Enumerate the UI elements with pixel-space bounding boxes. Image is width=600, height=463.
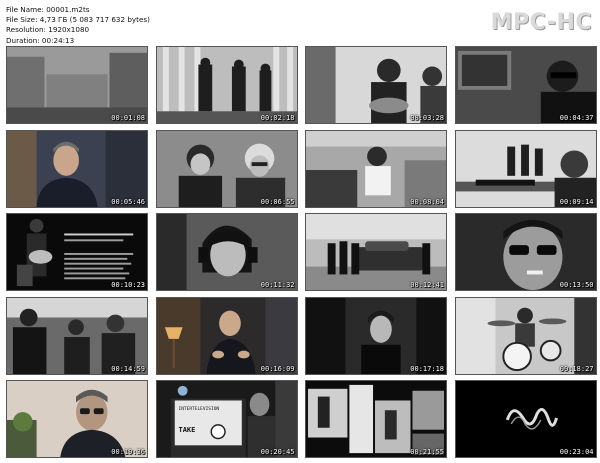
timestamp: 00:02:18 bbox=[260, 114, 295, 122]
frame-light-trail bbox=[455, 381, 596, 457]
timestamp: 00:13:50 bbox=[559, 281, 594, 289]
timestamp: 00:14:59 bbox=[111, 364, 145, 373]
thumbnail-3[interactable]: 00:03:28 bbox=[305, 46, 447, 124]
timestamp: 00:12:41 bbox=[410, 281, 444, 289]
timestamp: 00:01:08 bbox=[111, 114, 145, 122]
thumbnail-2[interactable]: 00:02:18 bbox=[155, 46, 298, 124]
frame-interview-glasses bbox=[7, 381, 147, 457]
sign-line: TAKE bbox=[178, 426, 196, 434]
timestamp: 00:05:46 bbox=[111, 197, 145, 206]
thumbnail-13[interactable]: 00:14:59 bbox=[6, 296, 148, 375]
thumbnail-9[interactable]: 00:10:23 bbox=[6, 213, 148, 291]
thumbnail-7[interactable]: 00:08:04 bbox=[305, 129, 447, 208]
thumbnail-14[interactable]: 00:16:09 bbox=[155, 296, 298, 375]
thumbnail-5[interactable]: 00:05:46 bbox=[6, 129, 148, 208]
thumbnail-15[interactable]: 00:17:18 bbox=[305, 296, 447, 375]
resolution: Resolution: 1920x1080 bbox=[6, 25, 90, 35]
timestamp: 00:23:04 bbox=[559, 448, 594, 456]
timestamp: 00:21:55 bbox=[410, 448, 444, 456]
thumbnail-11[interactable]: 00:12:41 bbox=[305, 213, 447, 291]
frame-two-men bbox=[156, 130, 297, 207]
frame-man-in-studio bbox=[306, 130, 446, 207]
frame-drummer bbox=[455, 297, 596, 374]
frame-interview-room bbox=[156, 297, 297, 374]
thumbnail-18[interactable]: INTERTELEVISION TAKE 00:20:45 bbox=[155, 380, 298, 458]
thumbnail-6[interactable]: 00:06:55 bbox=[155, 129, 298, 208]
frame-interview-man bbox=[7, 130, 147, 207]
timestamp: 00:09:14 bbox=[559, 197, 594, 206]
timestamp: 00:18:27 bbox=[559, 364, 594, 373]
frame-sunglasses-closeup bbox=[455, 214, 596, 290]
thumbnail-4[interactable]: 00:04:37 bbox=[454, 46, 597, 124]
mpc-hc-logo: MPC-HC bbox=[490, 10, 592, 35]
timestamp: 00:19:36 bbox=[111, 448, 145, 456]
timestamp: 00:04:37 bbox=[559, 114, 594, 122]
thumbnail-10[interactable]: 00:11:32 bbox=[155, 213, 298, 291]
timestamp: 00:06:55 bbox=[260, 197, 295, 206]
sign-text: INTERTELEVISION TAKE bbox=[178, 407, 239, 434]
thumbnail-12[interactable]: 00:13:50 bbox=[454, 213, 597, 291]
file-name: File Name: 00001.m2ts bbox=[6, 5, 90, 14]
thumbnail-19[interactable]: 00:21:55 bbox=[305, 380, 447, 458]
timestamp: 00:16:09 bbox=[260, 364, 295, 373]
frame-headphones-portrait bbox=[156, 214, 297, 290]
timestamp: 00:17:18 bbox=[410, 364, 444, 373]
frame-collage bbox=[306, 381, 446, 457]
thumbnail-16[interactable]: 00:18:27 bbox=[454, 296, 597, 375]
thumbnail-17[interactable]: 00:19:36 bbox=[6, 380, 148, 458]
frame-men-by-car bbox=[306, 214, 446, 290]
timestamp: 00:10:23 bbox=[111, 281, 145, 289]
duration: Duration: 00:24:13 bbox=[6, 35, 75, 45]
timestamp: 00:11:32 bbox=[260, 281, 295, 289]
thumbnail-grid: 00:01:08 00:02:18 00:03:28 00:04:37 00:0… bbox=[6, 46, 597, 458]
frame-street-buildings bbox=[7, 47, 147, 123]
frame-band-on-stage bbox=[156, 47, 297, 123]
file-size: File Size: 4,73 ГБ (5 083 717 632 bytes) bbox=[6, 15, 150, 25]
thumbnail-1[interactable]: 00:01:08 bbox=[6, 46, 148, 124]
frame-guitarist-with-text bbox=[7, 214, 147, 290]
frame-guitar-closeup bbox=[455, 130, 596, 207]
thumbnail-8[interactable]: 00:09:14 bbox=[454, 129, 597, 208]
frame-studio-sunglasses bbox=[455, 47, 596, 123]
timestamp: 00:20:45 bbox=[260, 448, 295, 456]
timestamp: 00:08:04 bbox=[410, 197, 444, 206]
frame-guitar-players bbox=[306, 47, 446, 123]
frame-studio-group bbox=[7, 297, 147, 374]
file-info: File Name: 00001.m2ts File Size: 4,73 ГБ… bbox=[6, 5, 150, 46]
sign-line: INTERTELEVISION bbox=[178, 407, 220, 412]
thumbnail-20[interactable]: 00:23:04 bbox=[454, 380, 597, 458]
timestamp: 00:03:28 bbox=[410, 114, 444, 122]
frame-man-dark-background bbox=[306, 297, 446, 374]
